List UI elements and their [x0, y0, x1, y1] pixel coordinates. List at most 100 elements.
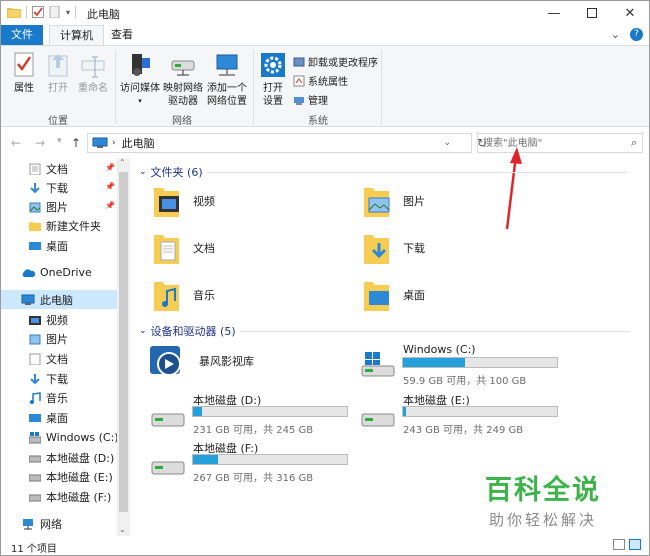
sidebar-item-drive-e[interactable]: 本地磁盘 (E:): [29, 467, 113, 486]
documents-icon: [29, 163, 41, 175]
tab-computer[interactable]: 计算机: [49, 25, 104, 45]
sidebar-item-drive-c[interactable]: Windows (C:): [29, 428, 119, 447]
add-network-location-button[interactable]: 添加一个 网络位置: [205, 52, 249, 108]
devices-header-label: 设备和驱动器 (5): [150, 325, 236, 338]
sidebar-item-documents[interactable]: 文档: [29, 349, 68, 368]
open-button[interactable]: 打开: [43, 52, 73, 95]
group-divider: [381, 50, 382, 124]
address-path: 此电脑: [121, 137, 155, 150]
drive-info: 243 GB 可用，共 249 GB: [403, 425, 524, 436]
chevron-down-icon[interactable]: ⌄: [611, 28, 620, 41]
devices-section-header[interactable]: ⌄ 设备和驱动器 (5): [139, 323, 630, 339]
recent-locations-icon[interactable]: ▾: [57, 136, 62, 146]
properties-icon: [14, 52, 34, 77]
minimize-button[interactable]: —: [535, 1, 573, 25]
sidebar-item-desktop[interactable]: 桌面: [29, 236, 68, 255]
storm-media-library[interactable]: 暴风影视库: [149, 344, 254, 378]
folder-downloads[interactable]: 下载: [363, 231, 425, 265]
sidebar-item-drive-d[interactable]: 本地磁盘 (D:): [29, 448, 114, 467]
sidebar-item-label: 桌面: [46, 411, 68, 425]
scroll-thumb[interactable]: [119, 172, 128, 512]
sidebar-item-downloads[interactable]: 下载: [29, 178, 68, 197]
scroll-up-icon[interactable]: ⌃: [119, 158, 126, 167]
rename-button[interactable]: 重命名: [75, 52, 111, 95]
large-icons-view-icon[interactable]: [629, 539, 641, 550]
sidebar-item-downloads[interactable]: 下载: [29, 369, 68, 388]
dropdown-caret-icon: ▾: [138, 97, 142, 105]
folder-documents[interactable]: 文档: [153, 231, 215, 265]
pin-icon[interactable]: 📌: [105, 201, 115, 210]
sidebar-item-onedrive[interactable]: OneDrive: [21, 263, 92, 282]
sidebar-item-label: 图片: [46, 200, 68, 214]
sidebar-item-label: 本地磁盘 (D:): [46, 451, 115, 465]
tab-file[interactable]: 文件: [1, 25, 43, 45]
drive-usage-fill: [403, 407, 407, 416]
sidebar-item-desktop[interactable]: 桌面: [29, 408, 68, 427]
new-folder-icon[interactable]: [49, 6, 61, 18]
sidebar-item-pictures[interactable]: 图片: [29, 197, 68, 216]
pictures-folder-icon: [364, 188, 390, 217]
storm-label: 暴风影视库: [199, 355, 254, 368]
sidebar-item-videos[interactable]: 视频: [29, 310, 68, 329]
uninstall-button[interactable]: 卸载或更改程序: [293, 54, 378, 69]
back-arrow-icon[interactable]: ←: [11, 136, 21, 150]
music-icon: [30, 391, 41, 404]
address-box[interactable]: › 此电脑 ⌄ ↻: [87, 133, 487, 153]
sidebar-item-music[interactable]: 音乐: [29, 388, 68, 407]
properties-check-icon[interactable]: [32, 6, 44, 18]
sidebar-item-documents[interactable]: 文档: [29, 159, 68, 178]
drive-usage-fill: [193, 407, 203, 416]
videos-icon: [29, 315, 41, 325]
folders-section-header[interactable]: ⌄ 文件夹 (6): [139, 164, 627, 180]
folder-desktop[interactable]: 桌面: [363, 278, 425, 312]
drive-info: 59.9 GB 可用，共 100 GB: [403, 376, 527, 387]
sidebar-item-this-pc[interactable]: 此电脑: [1, 290, 117, 309]
open-settings-button[interactable]: 打开 设置: [257, 52, 289, 108]
system-group-label: 系统: [308, 116, 328, 127]
details-view-icon[interactable]: [613, 539, 625, 550]
sidebar-item-label: 下载: [46, 181, 68, 195]
pictures-icon: [29, 202, 41, 212]
properties-button[interactable]: 属性: [9, 52, 39, 95]
sidebar-scrollbar[interactable]: ⌃ ⌄: [117, 158, 130, 536]
folder-music[interactable]: 音乐: [153, 278, 215, 312]
address-bar-row: ← → ▾ ↑ › 此电脑 ⌄ ↻ ⌕: [1, 128, 649, 158]
search-icon[interactable]: ⌕: [631, 136, 637, 150]
folder-label: 文档: [193, 242, 215, 255]
drive-name: Windows (C:): [403, 343, 476, 356]
pictures-icon: [29, 334, 41, 344]
uninstall-label: 卸载或更改程序: [308, 58, 378, 69]
sidebar-item-drive-f[interactable]: 本地磁盘 (F:): [29, 487, 111, 506]
manage-icon: [294, 96, 304, 105]
help-icon[interactable]: ?: [630, 28, 643, 41]
address-history-icon[interactable]: ⌄: [443, 138, 451, 148]
folder-videos[interactable]: 视频: [153, 184, 215, 218]
folder-pictures[interactable]: 图片: [363, 184, 425, 218]
manage-button[interactable]: 管理: [293, 92, 328, 107]
sidebar-item-pictures[interactable]: 图片: [29, 329, 68, 348]
tab-view[interactable]: 查看: [101, 25, 143, 45]
ribbon-tabs: 文件 计算机 查看 ⌄ ?: [1, 25, 649, 45]
system-properties-button[interactable]: 系统属性: [293, 73, 348, 88]
item-count: 11 个项目: [11, 544, 57, 555]
scroll-down-icon[interactable]: ⌄: [119, 525, 126, 534]
pin-icon[interactable]: 📌: [105, 182, 115, 191]
customize-toolbar-icon[interactable]: ▾: [66, 8, 70, 17]
close-button[interactable]: ✕: [611, 1, 649, 25]
maximize-button[interactable]: [573, 1, 611, 25]
sidebar-item-network[interactable]: 网络: [21, 514, 62, 533]
drive-info: 267 GB 可用，共 316 GB: [193, 473, 314, 484]
drive-icon: [29, 494, 41, 501]
up-arrow-icon[interactable]: ↑: [71, 136, 81, 150]
downloads-icon: [30, 373, 40, 384]
window-title: 此电脑: [87, 8, 120, 21]
pin-icon[interactable]: 📌: [105, 163, 115, 172]
map-drive-button[interactable]: 映射网络 驱动器: [161, 52, 205, 108]
chevron-down-icon: ⌄: [139, 326, 147, 336]
forward-arrow-icon[interactable]: →: [35, 136, 45, 150]
close-icon: ✕: [624, 5, 636, 21]
access-media-button[interactable]: 访问媒体 ▾: [119, 52, 161, 108]
ribbon-controls: ⌄ ?: [611, 28, 643, 41]
sidebar-item-label: 音乐: [46, 391, 68, 405]
sidebar-item-new-folder[interactable]: 新建文件夹: [29, 216, 101, 235]
